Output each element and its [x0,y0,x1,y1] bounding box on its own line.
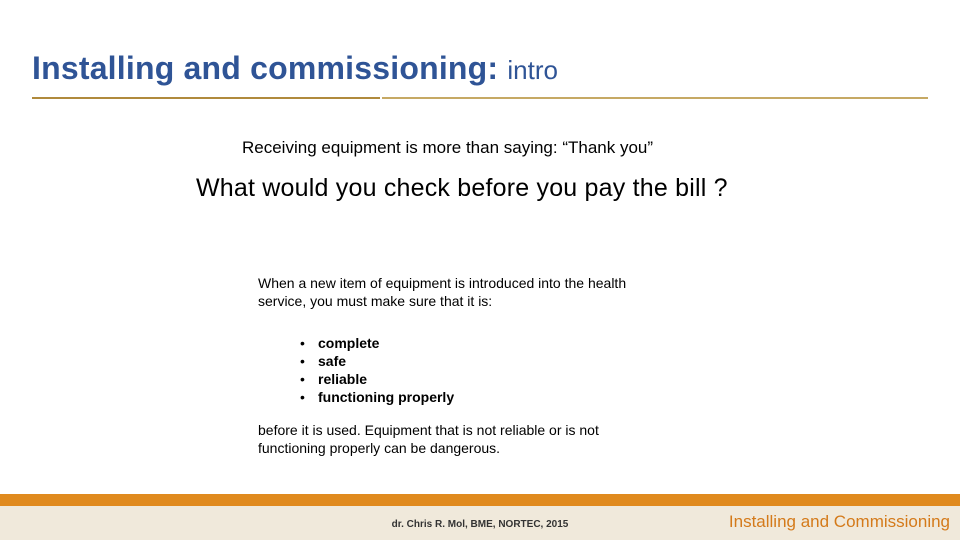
footer-accent-bar [0,494,960,506]
slide: Installing and commissioning: intro Rece… [0,0,960,540]
list-item: safe [300,353,454,369]
question-text: What would you check before you pay the … [196,174,728,203]
body-outro: before it is used. Equipment that is not… [258,421,646,457]
lead-text: Receiving equipment is more than saying:… [242,138,653,158]
title-sub: intro [507,55,558,85]
list-item: complete [300,335,454,351]
footer: dr. Chris R. Mol, BME, NORTEC, 2015 Inst… [0,494,960,540]
list-item: reliable [300,371,454,387]
title-main: Installing and commissioning: [32,50,507,86]
list-item: functioning properly [300,389,454,405]
title-underline-left [32,97,380,99]
slide-title: Installing and commissioning: intro [32,50,928,87]
bullet-list: complete safe reliable functioning prope… [300,335,454,407]
title-underline-right [382,97,928,99]
body-intro: When a new item of equipment is introduc… [258,274,662,310]
footer-title: Installing and Commissioning [729,512,950,532]
